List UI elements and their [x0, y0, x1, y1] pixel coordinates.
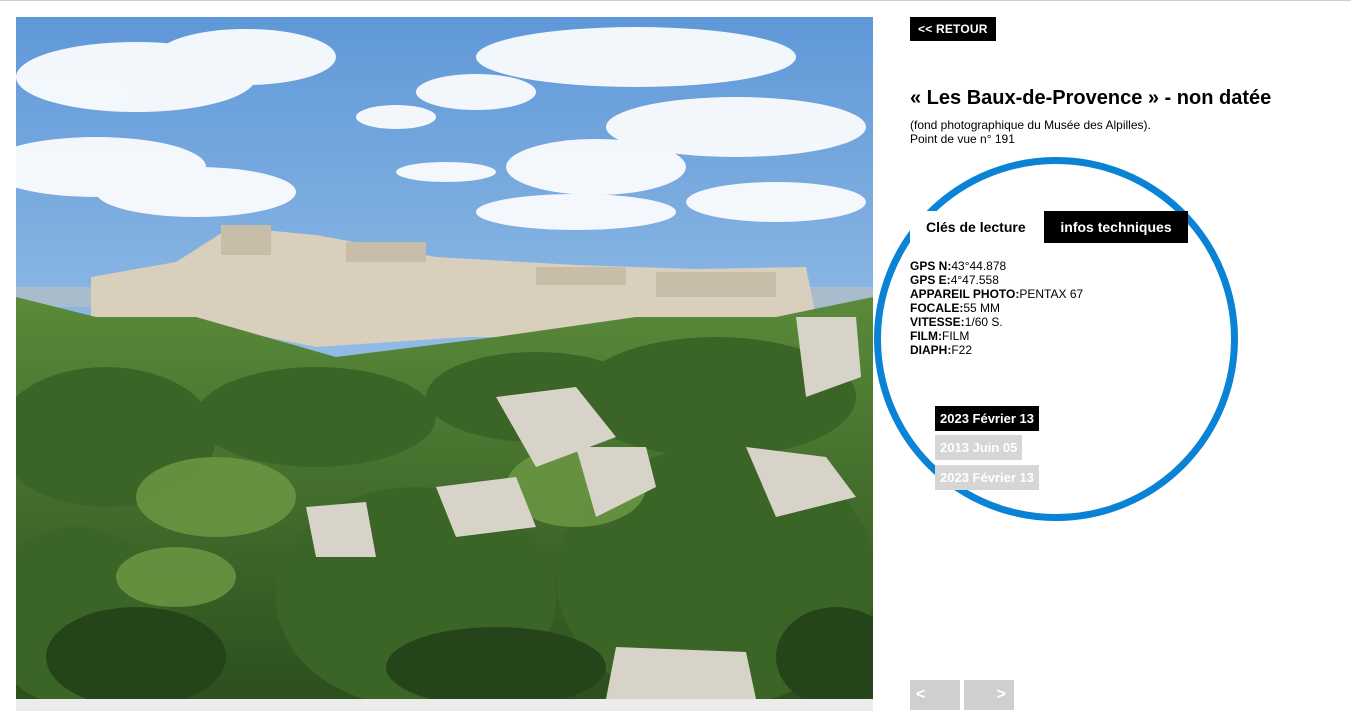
spec-value: FILM [942, 329, 970, 343]
spec-aperture: DIAPH:F22 [910, 343, 1083, 357]
spec-value: F22 [951, 343, 973, 357]
spec-key: VITESSE: [910, 315, 965, 329]
spec-key: GPS E: [910, 273, 951, 287]
photo-title: « Les Baux-de-Provence » - non datée [910, 87, 1272, 109]
spec-value: 43°44.878 [951, 259, 1007, 273]
spec-focal: FOCALE:55 MM [910, 301, 1083, 315]
date-button[interactable]: 2023 Février 13 [935, 465, 1039, 490]
spec-value: 1/60 S. [964, 315, 1003, 329]
back-button[interactable]: << RETOUR [910, 17, 996, 41]
spec-speed: VITESSE:1/60 S. [910, 315, 1083, 329]
date-button-selected[interactable]: 2023 Février 13 [935, 406, 1039, 431]
spec-gps-e: GPS E:4°47.558 [910, 273, 1083, 287]
spec-key: APPAREIL PHOTO: [910, 287, 1020, 301]
spec-key: FILM: [910, 329, 942, 343]
spec-film: FILM:FILM [910, 329, 1083, 343]
spec-value: PENTAX 67 [1019, 287, 1084, 301]
tab-cles-de-lecture[interactable]: Clés de lecture [910, 211, 1040, 243]
caption-viewpoint: Point de vue n° 191 [910, 132, 1015, 146]
photo-caption: (fond photographique du Musée des Alpill… [910, 118, 1151, 146]
spec-key: GPS N: [910, 259, 952, 273]
caption-source: (fond photographique du Musée des Alpill… [910, 118, 1151, 132]
spec-value: 4°47.558 [950, 273, 999, 287]
date-button[interactable]: 2013 Juin 05 [935, 435, 1023, 460]
landscape-photo [16, 17, 873, 699]
previous-button[interactable]: < [910, 680, 960, 710]
spec-camera: APPAREIL PHOTO:PENTAX 67 [910, 287, 1083, 301]
technical-specs: GPS N:43°44.878 GPS E:4°47.558 APPAREIL … [910, 259, 1083, 357]
photo-bottom-strip [16, 699, 873, 711]
spec-value: 55 MM [963, 301, 1001, 315]
top-divider [0, 0, 1351, 1]
next-button[interactable]: > [964, 680, 1014, 710]
spec-gps-n: GPS N:43°44.878 [910, 259, 1083, 273]
spec-key: DIAPH: [910, 343, 952, 357]
spec-key: FOCALE: [910, 301, 964, 315]
tab-infos-techniques[interactable]: infos techniques [1044, 211, 1188, 243]
